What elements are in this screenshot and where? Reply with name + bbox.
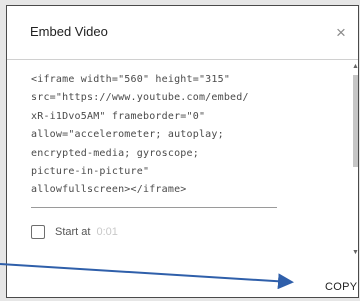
scroll-thumb[interactable] — [353, 75, 358, 167]
code-line: allow="accelerometer; autoplay; — [31, 129, 224, 141]
header-divider — [7, 59, 358, 60]
start-at-checkbox[interactable] — [31, 225, 45, 239]
start-at-time[interactable]: 0:01 — [96, 226, 117, 238]
code-line: allowfullscreen></iframe> — [31, 184, 187, 196]
dialog-title: Embed Video — [30, 24, 108, 39]
code-scrollbar[interactable]: ▲ ▼ — [351, 63, 359, 263]
code-field-underline — [31, 207, 277, 208]
code-line: encrypted-media; gyroscope; — [31, 147, 199, 159]
embed-video-dialog: Embed Video × <iframe width="560" height… — [6, 5, 359, 298]
code-line: picture-in-picture" — [31, 166, 150, 178]
copy-button[interactable]: COPY — [325, 281, 357, 293]
scroll-up-icon[interactable]: ▲ — [352, 63, 359, 70]
code-line: <iframe width="560" height="315" — [31, 74, 231, 85]
scroll-down-icon[interactable]: ▼ — [352, 249, 359, 256]
start-at-row: Start at 0:01 — [31, 225, 118, 239]
embed-code: <iframe width="560" height="315" src="ht… — [31, 71, 283, 200]
code-line: xR-i1Dvo5AM" frameborder="0" — [31, 110, 206, 122]
start-at-label: Start at — [55, 226, 91, 238]
close-icon[interactable]: × — [336, 24, 346, 41]
code-line: src="https://www.youtube.com/embed/ — [31, 92, 249, 104]
